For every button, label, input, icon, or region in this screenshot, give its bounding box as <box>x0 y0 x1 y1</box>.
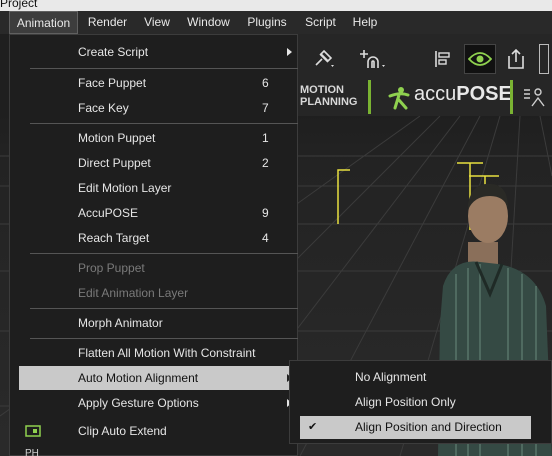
motion-planning-label[interactable]: MOTION PLANNING <box>300 84 360 108</box>
menu-item-accupose[interactable]: AccuPOSE 9 <box>19 201 298 225</box>
menu-item-create-script[interactable]: Create Script <box>19 40 298 64</box>
accupose-figure-icon <box>388 87 410 110</box>
menu-item-label: Edit Animation Layer <box>78 286 189 300</box>
menu-separator <box>30 253 298 254</box>
bottom-panel-label: PH <box>25 448 39 456</box>
pin-icon <box>315 49 334 67</box>
menu-item-clip-auto-extend[interactable]: Clip Auto Extend <box>19 419 298 443</box>
visibility-toggle-button[interactable] <box>464 44 496 74</box>
menu-item-label: Create Script <box>78 45 149 59</box>
gizmo-left <box>337 169 350 224</box>
menu-item-label: Flatten All Motion With Constraint <box>78 346 256 360</box>
toolbar-divider-2 <box>510 80 513 114</box>
export-tool-button[interactable] <box>502 44 530 74</box>
submenu-arrow-icon <box>287 48 292 56</box>
motion-edit-icon <box>524 88 545 107</box>
menu-item-shortcut: 2 <box>262 156 269 170</box>
window-title: Project <box>0 0 38 10</box>
submenu-item-align-position-and-direction[interactable]: ✔ Align Position and Direction <box>300 416 531 439</box>
menu-script[interactable]: Script <box>298 11 343 34</box>
menu-item-edit-motion-layer[interactable]: Edit Motion Layer <box>19 176 298 200</box>
checkmark-icon: ✔ <box>308 421 318 433</box>
align-tool-button[interactable] <box>430 44 456 74</box>
accupose-logo-b: POSE <box>456 83 512 105</box>
menu-item-label: Clip Auto Extend <box>78 424 167 438</box>
menu-item-morph-animator[interactable]: Morph Animator <box>19 311 298 335</box>
menu-item-label: Apply Gesture Options <box>78 396 199 410</box>
submenu-item-label: Align Position and Direction <box>355 420 502 434</box>
menu-item-shortcut: 4 <box>262 231 269 245</box>
menu-item-label: Motion Puppet <box>78 131 156 145</box>
menu-separator <box>30 308 298 309</box>
menu-item-label: AccuPOSE <box>78 206 139 220</box>
animation-menu: Create Script Face Puppet 6 Face Key 7 M… <box>9 34 298 456</box>
submenu-item-label: Align Position Only <box>355 395 456 409</box>
snap-tool-button[interactable] <box>356 44 392 74</box>
menu-item-label: Edit Motion Layer <box>78 181 172 195</box>
menu-item-direct-puppet[interactable]: Direct Puppet 2 <box>19 151 298 175</box>
menu-animation[interactable]: Animation <box>9 11 78 34</box>
menu-view[interactable]: View <box>137 11 177 34</box>
menu-item-edit-animation-layer: Edit Animation Layer <box>19 281 298 305</box>
menu-item-shortcut: 9 <box>262 206 269 220</box>
pin-tool-button[interactable] <box>306 44 340 74</box>
menu-separator <box>30 68 298 69</box>
menu-item-shortcut: 7 <box>262 101 269 115</box>
menu-window[interactable]: Window <box>180 11 237 34</box>
menu-item-prop-puppet: Prop Puppet <box>19 256 298 280</box>
menu-item-face-puppet[interactable]: Face Puppet 6 <box>19 71 298 95</box>
toolbar-divider <box>368 80 371 114</box>
submenu-item-no-alignment[interactable]: No Alignment <box>300 366 531 389</box>
menu-bar: Animation Render View Window Plugins Scr… <box>0 11 552 34</box>
accupose-logo-a: accu <box>414 83 457 105</box>
export-icon <box>508 48 524 69</box>
accupose-logo[interactable]: accuPOSE <box>414 83 512 106</box>
menu-item-label: Direct Puppet <box>78 156 151 170</box>
auto-motion-alignment-submenu: No Alignment Align Position Only ✔ Align… <box>289 360 552 444</box>
toolbar: MOTION PLANNING accuPOSE <box>296 34 552 116</box>
menu-item-label: Morph Animator <box>78 316 163 330</box>
menu-plugins[interactable]: Plugins <box>240 11 294 34</box>
menu-separator <box>30 123 298 124</box>
menu-item-label: Face Key <box>78 101 129 115</box>
menu-item-label: Face Puppet <box>78 76 147 90</box>
menu-item-flatten-all-motion[interactable]: Flatten All Motion With Constraint <box>19 341 298 365</box>
eye-icon <box>468 52 492 66</box>
align-icon <box>435 51 450 67</box>
menu-item-shortcut: 6 <box>262 76 269 90</box>
menu-help[interactable]: Help <box>346 11 384 34</box>
menu-item-auto-motion-alignment[interactable]: Auto Motion Alignment <box>19 366 298 390</box>
motion-planning-text: MOTION PLANNING <box>300 84 358 108</box>
menu-item-label: Reach Target <box>78 231 150 245</box>
menu-render[interactable]: Render <box>80 11 135 34</box>
clip-extend-icon <box>25 425 41 437</box>
menu-item-shortcut: 1 <box>262 131 269 145</box>
menu-item-label: Prop Puppet <box>78 261 145 275</box>
submenu-item-label: No Alignment <box>355 370 427 384</box>
submenu-item-align-position-only[interactable]: Align Position Only <box>300 391 531 414</box>
menu-item-face-key[interactable]: Face Key 7 <box>19 96 298 120</box>
menu-item-motion-puppet[interactable]: Motion Puppet 1 <box>19 126 298 150</box>
menu-item-reach-target[interactable]: Reach Target 4 <box>19 226 298 250</box>
menu-separator <box>30 338 298 339</box>
menu-item-apply-gesture-options[interactable]: Apply Gesture Options <box>19 391 298 415</box>
title-bar: Project <box>0 0 552 11</box>
menu-item-label: Auto Motion Alignment <box>78 371 199 385</box>
toolbar-overflow[interactable] <box>536 44 552 74</box>
magnet-icon <box>360 50 385 68</box>
